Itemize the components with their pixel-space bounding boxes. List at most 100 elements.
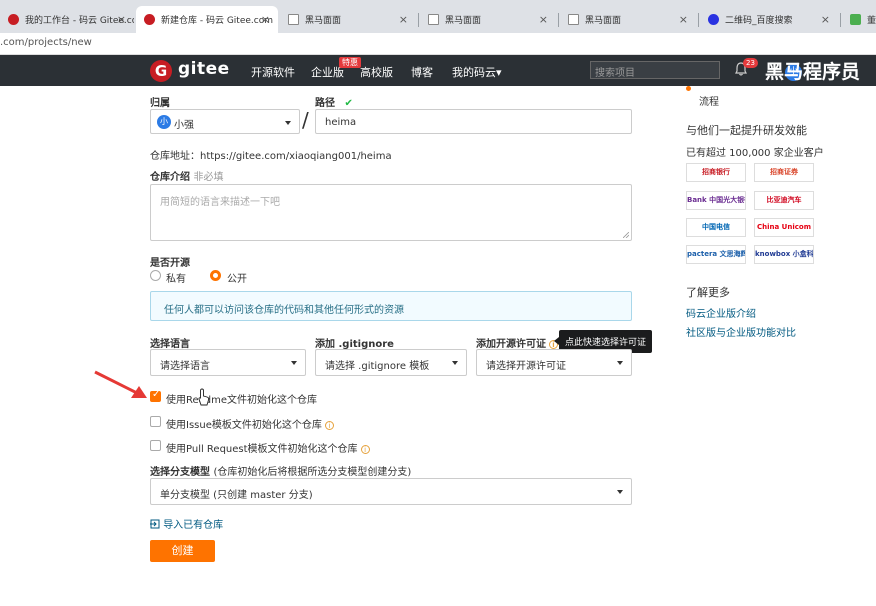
baidu-icon [708,14,719,25]
address-bar[interactable]: .com/projects/new [0,33,876,55]
gitee-icon [8,14,19,25]
gitee-logo-text[interactable]: gitee [178,59,230,79]
tab-other[interactable]: 董科 [842,6,876,33]
public-notice-text: 任何人都可以访问该仓库的代码和其他任何形式的资源 [164,305,404,316]
tab-separator [840,13,841,27]
logo-pactera: pactera 文思海辉 [686,245,746,264]
enterprise-intro-link[interactable]: 码云企业版介绍 [686,305,756,320]
tab-separator [698,13,699,27]
logo-cmb: 招商银行 [686,163,746,182]
close-icon[interactable]: × [399,13,408,26]
check-icon: ✔ [344,98,353,109]
gitignore-select[interactable]: 请选择 .gitignore 模板 [315,349,467,376]
logo-chinatelecom: 中国电信 [686,218,746,237]
public-radio[interactable] [210,270,221,281]
resize-handle-icon[interactable] [623,232,629,238]
info-icon[interactable]: i [324,420,334,430]
intro-textarea[interactable]: 用简短的语言来描述一下吧 [150,184,632,241]
logo-byd: 比亚迪汽车 [754,191,814,210]
owner-value: 小强 [174,120,194,131]
public-notice: 任何人都可以访问该仓库的代码和其他任何形式的资源 [150,291,632,321]
chevron-down-icon [452,361,458,365]
tab-heima-2[interactable]: 黑马面面 × [420,6,556,33]
create-button[interactable]: 创建 [150,540,215,562]
chevron-down-icon [285,121,291,125]
private-radio[interactable] [150,270,161,281]
tab-heima-1[interactable]: 黑马面面 × [280,6,416,33]
issue-label: 使用Issue模板文件初始化这个仓库 i [166,416,334,431]
nav-university[interactable]: 高校版 [360,64,393,80]
issue-checkbox[interactable] [150,416,161,427]
tab-workbench[interactable]: 我的工作台 - 码云 Gitee.co × [0,6,134,33]
import-link-label: 导入已有仓库 [163,520,224,531]
pr-checkbox[interactable] [150,440,161,451]
branch-label: 选择分支模型 (仓库初始化后将根据所选分支模型创建分支) [150,463,411,478]
open-label: 是否开源 [150,258,190,269]
close-icon[interactable]: × [261,13,270,26]
path-input[interactable]: heima [315,109,632,134]
close-icon[interactable]: × [539,13,548,26]
compare-link[interactable]: 社区版与企业版功能对比 [686,324,796,339]
import-icon [150,519,160,529]
path-label-text: 路径 [315,98,335,109]
license-select[interactable]: 请选择开源许可证 [476,349,632,376]
tab-label: 黑马面面 [445,16,482,26]
hot-badge: 特惠 [339,57,361,68]
issue-label-text: 使用Issue模板文件初始化这个仓库 [166,420,322,431]
site-header: G gitee 开源软件 企业版 特惠 高校版 博客 我的码云▾ 搜索项目 23… [0,55,876,86]
tab-baidu[interactable]: 二维码_百度搜索 × [700,6,838,33]
import-link[interactable]: 导入已有仓库 [150,516,223,531]
path-separator: / [302,108,309,132]
watermark: 黑马程序员 [765,61,861,83]
close-icon[interactable]: × [679,13,688,26]
gitignore-label: 添加 .gitignore [315,339,394,350]
nav-open-source[interactable]: 开源软件 [251,64,295,80]
tab-label: 黑马面面 [305,16,342,26]
logo-cmbsec: 招商证券 [754,163,814,182]
gitee-icon [144,14,155,25]
nav-blog[interactable]: 博客 [411,64,433,80]
cursor-icon [198,388,210,406]
tab-label: 董科 [867,16,876,26]
avatar: 小 [157,115,171,129]
close-icon[interactable]: × [117,13,126,26]
chevron-down-icon: ▾ [496,66,502,79]
tab-separator [418,13,419,27]
logo-knowbox: knowbox 小盒科技 [754,245,814,264]
owner-select[interactable]: 小 小强 [150,109,300,134]
search-input[interactable]: 搜索项目 [590,61,720,79]
nav-my-gitee[interactable]: 我的码云▾ [452,64,502,80]
annotation-arrow-icon [94,370,147,398]
logo-chinaunicom: China Unicom [754,218,814,237]
public-label: 公开 [227,274,247,285]
enterprise-subtitle: 已有超过 100,000 家企业客户 [686,148,824,159]
url-text: .com/projects/new [0,37,92,48]
close-icon[interactable]: × [821,13,830,26]
nav-my-gitee-label: 我的码云 [452,66,496,79]
tab-new-repo[interactable]: 新建仓库 - 码云 Gitee.com × [136,6,278,33]
language-select[interactable]: 请选择语言 [150,349,306,376]
info-icon[interactable]: i [360,444,370,454]
private-label: 私有 [166,274,186,285]
tab-heima-3[interactable]: 黑马面面 × [560,6,696,33]
readme-checkbox[interactable] [150,389,161,402]
intro-placeholder: 用简短的语言来描述一下吧 [160,197,280,208]
pr-label: 使用Pull Request模板文件初始化这个仓库 i [166,440,370,455]
learn-more-title: 了解更多 [686,286,730,299]
enterprise-title: 与他们一起提升研发效能 [686,124,807,137]
license-label: 添加开源许可证i [476,335,558,350]
branch-select[interactable]: 单分支模型 (只创建 master 分支) [150,478,632,505]
intro-label: 仓库介绍 非必填 [150,168,223,183]
tab-label: 新建仓库 - 码云 Gitee.com [161,16,273,26]
document-icon [568,14,579,25]
chevron-down-icon [617,490,623,494]
browser-tab-strip: 我的工作台 - 码云 Gitee.co × 新建仓库 - 码云 Gitee.co… [0,0,876,33]
gitee-logo-icon[interactable]: G [150,60,172,82]
gitignore-value: 请选择 .gitignore 模板 [325,361,430,372]
intro-label-text: 仓库介绍 [150,172,190,183]
tab-label: 黑马面面 [585,16,622,26]
pr-label-text: 使用Pull Request模板文件初始化这个仓库 [166,444,358,455]
language-value: 请选择语言 [160,361,210,372]
sidebar-top-text: 流程 [699,97,719,108]
language-label: 选择语言 [150,339,190,350]
